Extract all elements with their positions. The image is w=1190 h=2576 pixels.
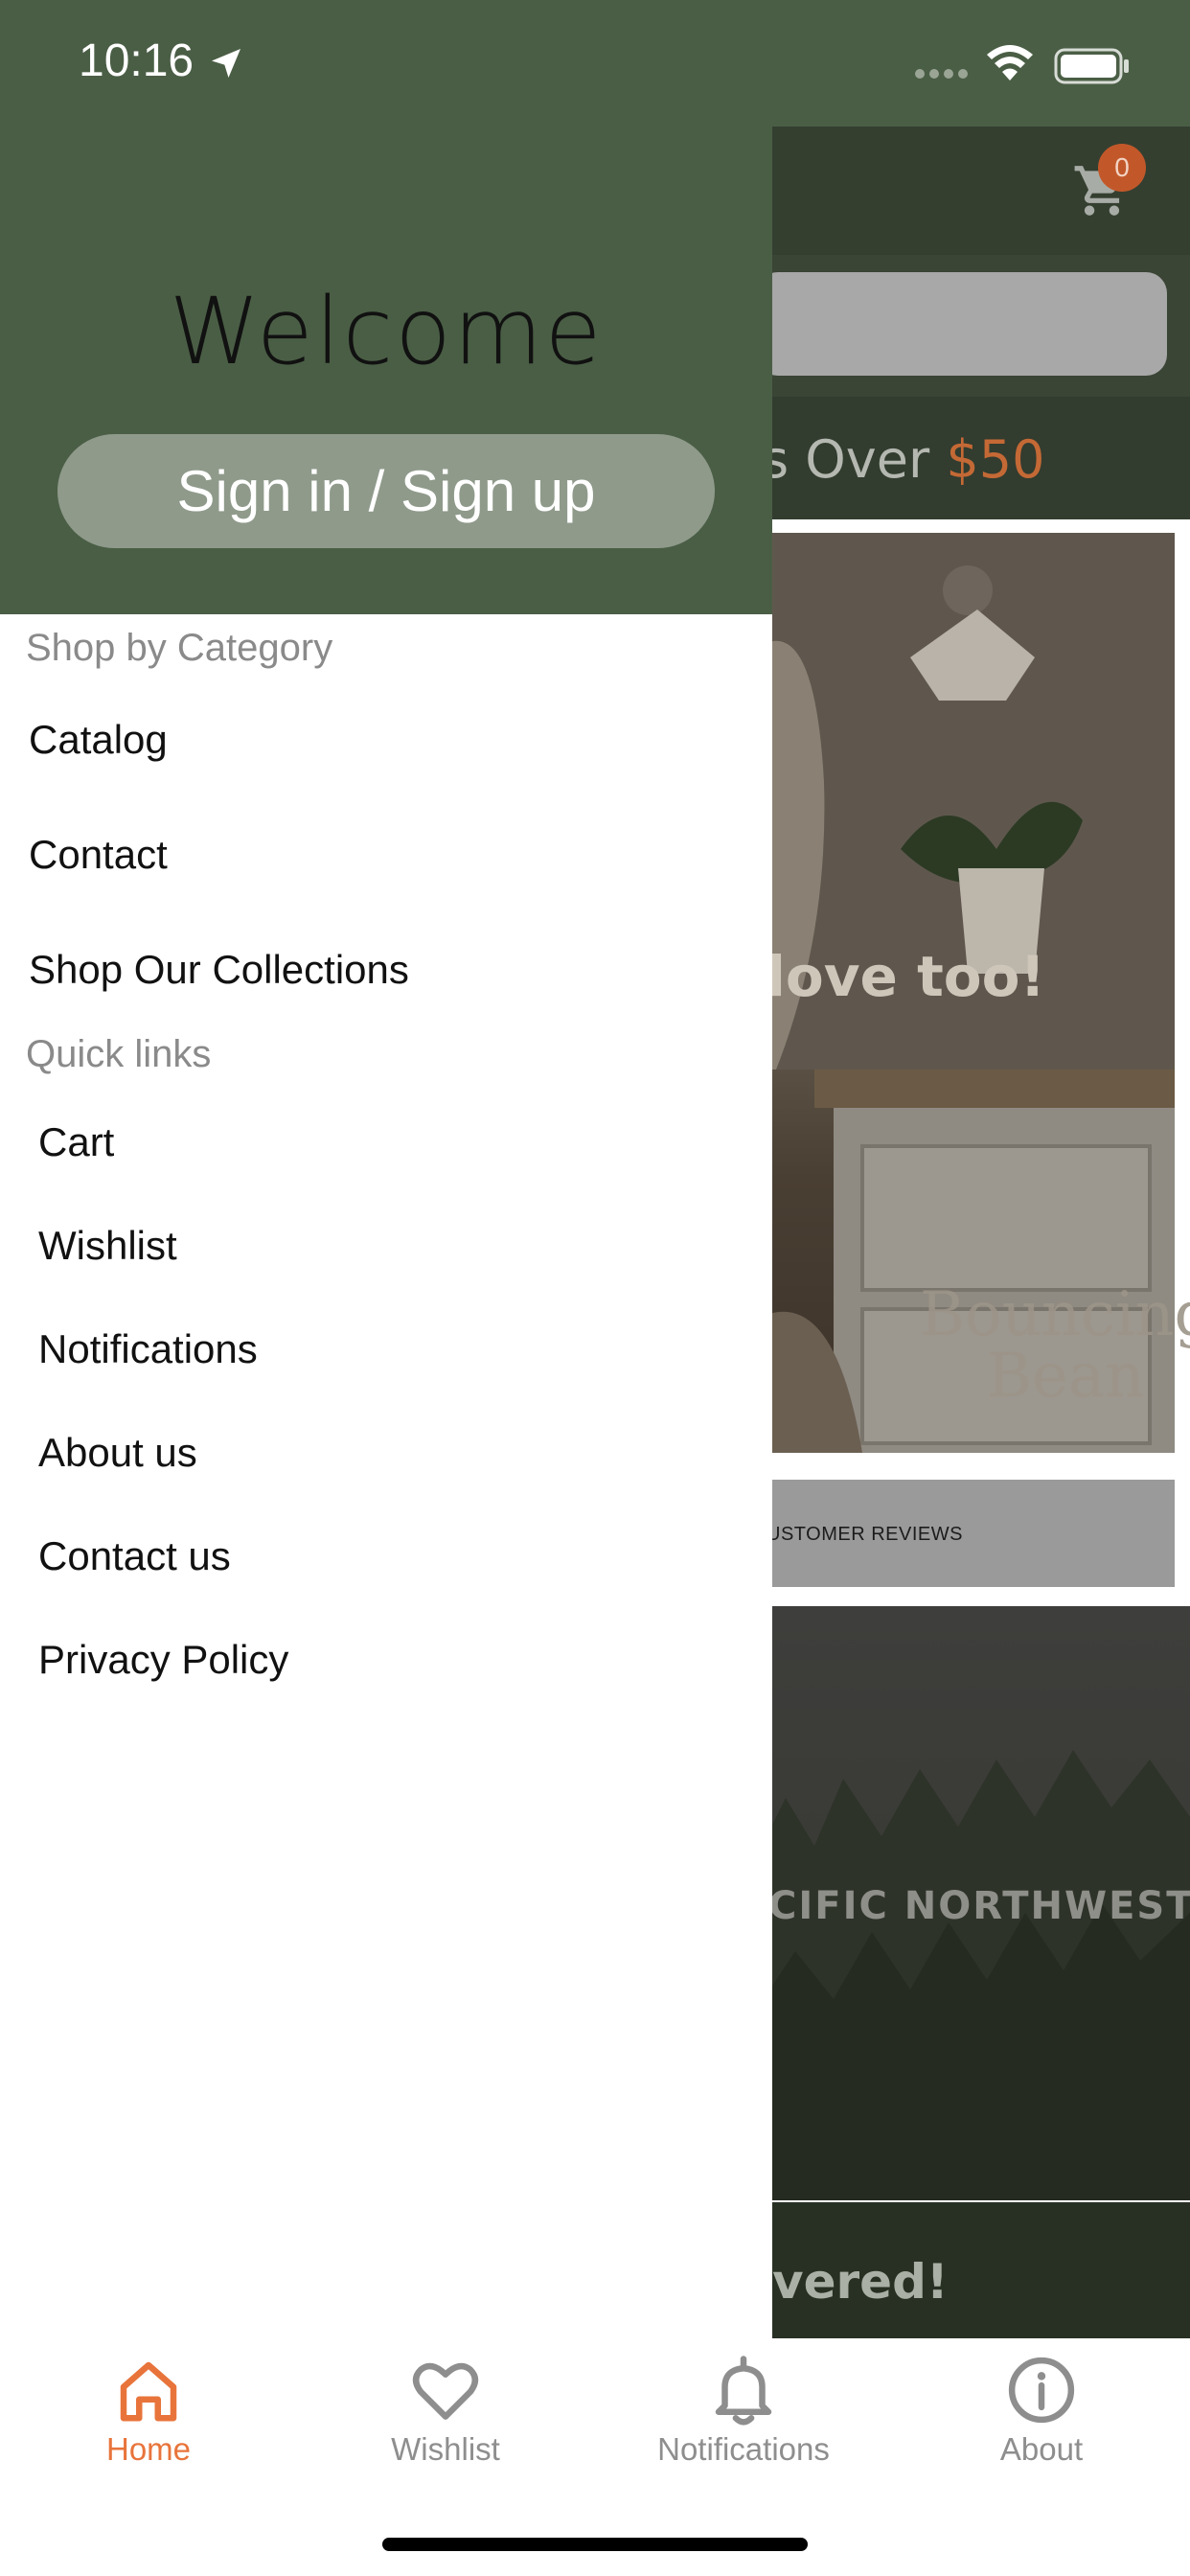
tab-notifications[interactable]: Notifications [638,2353,849,2468]
cart-count-badge: 0 [1098,144,1146,192]
quick-link-about-us[interactable]: About us [38,1430,197,1476]
shop-by-category-title: Shop by Category [26,627,333,669]
hero-headline: love too! [767,944,1045,1009]
forest-banner-headline: CIFIC NORTHWEST! [768,1884,1190,1928]
tab-notifications-label: Notifications [657,2431,830,2467]
status-time: 10:16 [79,35,195,86]
home-icon [120,2361,177,2422]
promo-text: s Over $50 [762,429,1045,490]
navigation-drawer: Welcome Sign in / Sign up Shop by Catego… [0,0,772,2338]
cart-button[interactable]: 0 [1064,144,1159,240]
sign-in-button[interactable]: Sign in / Sign up [57,434,715,548]
brand-watermark-logo: Bouncing Bean [920,1279,1190,1412]
tab-home-label: Home [105,2431,192,2467]
cellular-signal-icon [915,69,968,79]
quick-link-wishlist[interactable]: Wishlist [38,1223,177,1269]
customer-reviews-label: USTOMER REVIEWS [767,1524,963,1545]
wifi-icon [987,45,1033,80]
quick-link-cart[interactable]: Cart [38,1119,114,1165]
search-input[interactable] [757,272,1167,376]
tab-about-label: About [999,2431,1084,2467]
bell-icon [715,2356,772,2426]
location-arrow-icon [212,49,240,78]
home-indicator [382,2538,808,2551]
quick-links-title: Quick links [26,1033,212,1075]
bottom-banner-headline: vered! [772,2254,949,2310]
drawer-header: Welcome Sign in / Sign up [0,0,772,614]
info-icon [1008,2357,1075,2424]
welcome-title: Welcome [169,278,604,385]
menu-item-catalog[interactable]: Catalog [29,717,168,763]
promo-amount: $50 [946,429,1045,490]
tab-home[interactable]: Home [43,2353,254,2468]
battery-icon [1054,48,1129,84]
quick-link-privacy-policy[interactable]: Privacy Policy [38,1637,288,1683]
heart-icon [412,2362,479,2420]
menu-item-contact[interactable]: Contact [29,832,168,878]
quick-link-contact-us[interactable]: Contact us [38,1533,231,1579]
menu-item-shop-collections[interactable]: Shop Our Collections [29,947,409,993]
tab-about[interactable]: About [936,2353,1147,2468]
tab-wishlist-label: Wishlist [391,2431,500,2467]
quick-link-notifications[interactable]: Notifications [38,1326,258,1372]
tab-wishlist[interactable]: Wishlist [340,2353,551,2468]
